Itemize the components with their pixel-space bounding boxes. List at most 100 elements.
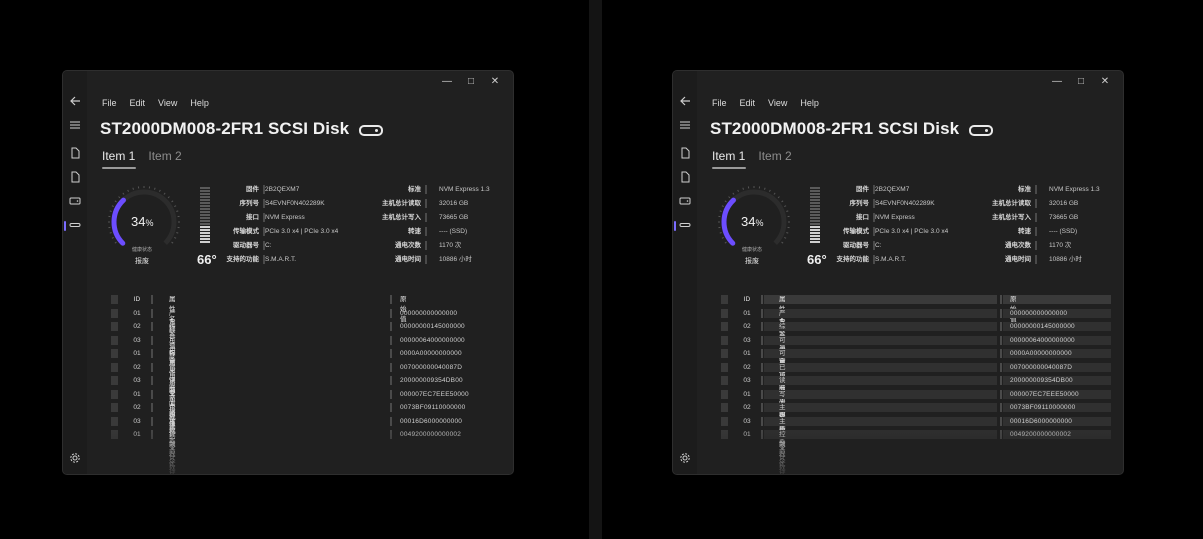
column-separator bbox=[151, 335, 153, 345]
column-separator bbox=[390, 295, 392, 304]
row-checkbox[interactable] bbox=[111, 335, 118, 345]
column-separator bbox=[1000, 376, 1002, 385]
row-checkbox[interactable] bbox=[111, 376, 118, 385]
maximize-icon[interactable]: □ bbox=[1069, 75, 1093, 89]
drive-icon[interactable] bbox=[69, 195, 81, 207]
minimize-icon[interactable]: — bbox=[435, 75, 459, 89]
hamburger-menu-icon[interactable] bbox=[679, 119, 691, 131]
id-cell: 01 bbox=[133, 350, 141, 357]
document-icon[interactable] bbox=[679, 171, 691, 183]
row-checkbox[interactable] bbox=[721, 349, 728, 358]
name-cell-bg bbox=[764, 295, 997, 304]
column-separator bbox=[1000, 308, 1002, 318]
menu-file[interactable]: File bbox=[712, 98, 727, 108]
hamburger-menu-icon[interactable] bbox=[69, 119, 81, 131]
drive-icon[interactable] bbox=[679, 195, 691, 207]
id-cell: 02 bbox=[743, 404, 751, 411]
gauge-tick bbox=[174, 236, 177, 239]
menu-view[interactable]: View bbox=[158, 98, 177, 108]
menu-help[interactable]: Help bbox=[190, 98, 209, 108]
screen-divider bbox=[589, 0, 602, 539]
minimize-icon[interactable]: — bbox=[1045, 75, 1069, 89]
info-key: 主机总计写入 bbox=[382, 214, 421, 221]
back-icon[interactable] bbox=[679, 95, 691, 107]
thermo-segment bbox=[200, 226, 210, 228]
row-checkbox[interactable] bbox=[111, 403, 118, 412]
close-icon[interactable]: ✕ bbox=[1093, 75, 1117, 89]
raw-value-cell: 00000000145000000 bbox=[400, 323, 465, 330]
thermo-segment bbox=[200, 223, 210, 225]
document-icon[interactable] bbox=[69, 171, 81, 183]
nav-rail bbox=[63, 71, 87, 474]
thermo-segment bbox=[200, 208, 210, 210]
temperature-value: 66° bbox=[197, 252, 217, 267]
row-checkbox[interactable] bbox=[111, 322, 118, 331]
back-icon[interactable] bbox=[69, 95, 81, 107]
column-separator bbox=[151, 403, 153, 412]
gauge-tick bbox=[114, 241, 117, 244]
column-separator bbox=[761, 308, 763, 318]
id-cell: 03 bbox=[133, 336, 141, 344]
temperature-bar bbox=[200, 187, 210, 243]
row-checkbox[interactable] bbox=[721, 308, 728, 318]
bottom-fade bbox=[87, 424, 513, 474]
thermo-segment bbox=[810, 211, 820, 213]
id-cell: 01 bbox=[743, 390, 751, 398]
raw-value-cell: 0000A00000000000 bbox=[400, 350, 462, 357]
name-cell-bg bbox=[764, 349, 997, 358]
document-icon[interactable] bbox=[679, 147, 691, 159]
settings-gear-icon[interactable] bbox=[679, 452, 691, 464]
info-separator bbox=[425, 199, 427, 208]
menu-help[interactable]: Help bbox=[800, 98, 819, 108]
row-checkbox[interactable] bbox=[721, 362, 728, 372]
menu-edit[interactable]: Edit bbox=[130, 98, 146, 108]
raw-value-cell: 00000064000000000 bbox=[400, 336, 465, 344]
row-checkbox[interactable] bbox=[111, 389, 118, 399]
column-separator bbox=[1000, 322, 1002, 331]
settings-gear-icon[interactable] bbox=[69, 452, 81, 464]
document-icon[interactable] bbox=[69, 147, 81, 159]
gauge-tick bbox=[109, 210, 112, 212]
gauge-tick bbox=[764, 187, 766, 190]
column-separator bbox=[390, 362, 392, 372]
tab-item-1[interactable]: Item 1 bbox=[712, 149, 747, 169]
thermo-segment bbox=[200, 238, 210, 240]
thermo-segment bbox=[810, 196, 820, 198]
tab-item-2[interactable]: Item 2 bbox=[148, 149, 181, 163]
column-separator bbox=[1000, 389, 1002, 399]
thermo-segment bbox=[200, 232, 210, 234]
row-checkbox[interactable] bbox=[721, 376, 728, 385]
row-checkbox[interactable] bbox=[111, 295, 118, 304]
menu-file[interactable]: File bbox=[102, 98, 117, 108]
info-key: 驱动器号 bbox=[233, 242, 259, 249]
disk-nav-icon[interactable] bbox=[679, 219, 691, 231]
row-checkbox[interactable] bbox=[111, 308, 118, 318]
row-checkbox[interactable] bbox=[721, 295, 728, 304]
tab-item-1[interactable]: Item 1 bbox=[102, 149, 137, 169]
column-separator bbox=[761, 389, 763, 399]
raw-value-cell: 00000064000000000 bbox=[1010, 336, 1075, 344]
info-value: 32016 GB bbox=[439, 200, 469, 207]
tab-item-2[interactable]: Item 2 bbox=[758, 149, 791, 163]
menu-view[interactable]: View bbox=[768, 98, 787, 108]
info-value: NVM Express 1.3 bbox=[439, 186, 490, 193]
close-icon[interactable]: ✕ bbox=[483, 75, 507, 89]
info-value: S.M.A.R.T. bbox=[875, 256, 907, 263]
info-key: 标准 bbox=[408, 186, 421, 193]
row-checkbox[interactable] bbox=[111, 362, 118, 372]
maximize-icon[interactable]: □ bbox=[459, 75, 483, 89]
health-label: 健康状态 bbox=[742, 247, 763, 253]
info-separator bbox=[1035, 241, 1037, 250]
row-checkbox[interactable] bbox=[721, 335, 728, 345]
info-value: S4EVNF0N402289K bbox=[265, 200, 325, 207]
thermo-segment bbox=[810, 226, 820, 228]
gauge-tick bbox=[786, 232, 789, 234]
id-cell: 01 bbox=[133, 309, 141, 317]
menu-edit[interactable]: Edit bbox=[740, 98, 756, 108]
row-checkbox[interactable] bbox=[721, 389, 728, 399]
disk-nav-icon[interactable] bbox=[69, 219, 81, 231]
row-checkbox[interactable] bbox=[721, 403, 728, 412]
gauge-tick bbox=[777, 196, 780, 199]
row-checkbox[interactable] bbox=[111, 349, 118, 358]
row-checkbox[interactable] bbox=[721, 322, 728, 331]
